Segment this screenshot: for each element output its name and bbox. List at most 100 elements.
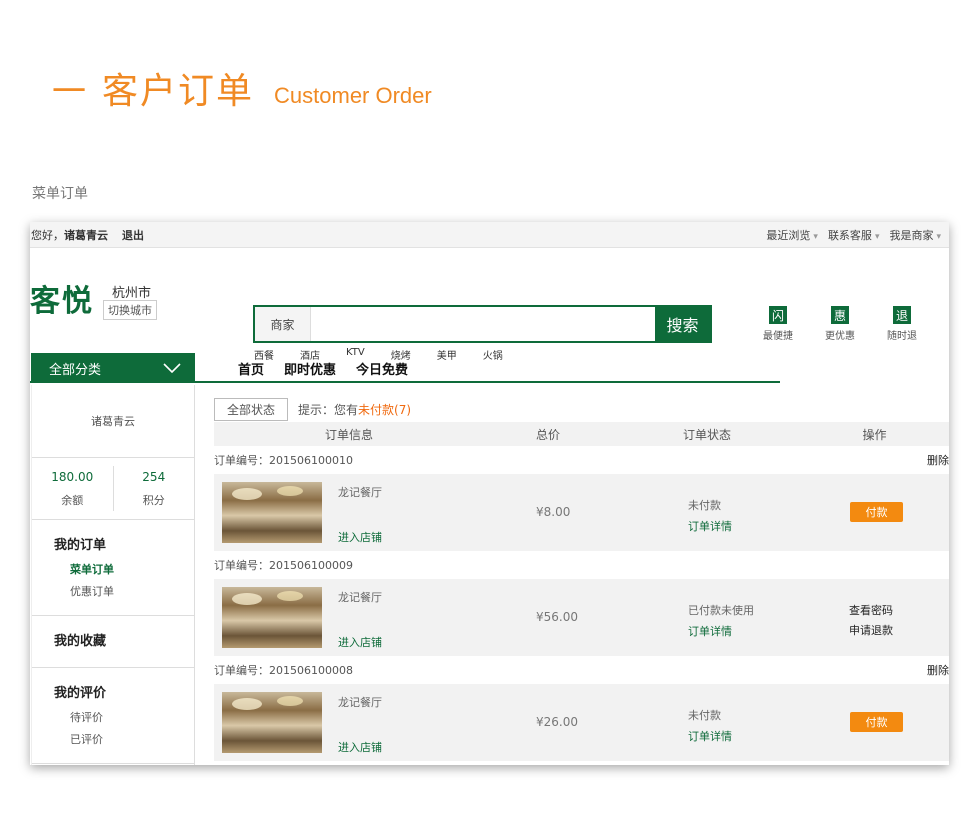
merchant-link[interactable]: 我是商家 ▾ — [889, 227, 941, 243]
order-row: 订单编号：201506100010 删除 龙记餐厅 进入店铺 ¥8.00 未付款… — [214, 446, 949, 551]
tab-home[interactable]: 首页 — [238, 359, 264, 378]
recent-browse-link[interactable]: 最近浏览 ▾ — [766, 227, 818, 243]
balance-stat: 180.00 余额 — [32, 458, 113, 519]
sidebar-item-menu-orders[interactable]: 菜单订单 — [54, 559, 194, 581]
sidebar-stats: 180.00 余额 254 积分 — [32, 458, 194, 520]
order-number: 订单编号：201506100009 — [214, 559, 353, 572]
pay-button[interactable]: 付款 — [850, 712, 903, 732]
view-password-link[interactable]: 查看密码 — [849, 601, 893, 621]
points-stat: 254 积分 — [114, 458, 195, 519]
order-number: 订单编号：201506100010 — [214, 454, 353, 467]
order-detail-link[interactable]: 订单详情 — [688, 623, 732, 639]
promise-discount: 惠 更优惠 — [820, 306, 860, 342]
restaurant-thumbnail[interactable] — [222, 482, 322, 543]
order-price: ¥8.00 — [536, 505, 571, 519]
service-promises: 闪 最便捷 惠 更优惠 退 随时退 — [758, 306, 922, 342]
delete-order-button[interactable]: 删除 — [927, 452, 949, 468]
enter-store-link[interactable]: 进入店铺 — [338, 529, 382, 545]
col-order-info: 订单信息 — [324, 427, 373, 442]
balance-value: 180.00 — [51, 469, 94, 484]
sidebar-section-orders: 我的订单 菜单订单 优惠订单 — [32, 520, 194, 616]
chevron-down-icon: ▾ — [874, 231, 880, 242]
order-detail-link[interactable]: 订单详情 — [688, 518, 732, 534]
promise-fast: 闪 最便捷 — [758, 306, 798, 342]
chevron-down-icon: ▾ — [813, 231, 818, 242]
order-status: 未付款 — [688, 709, 721, 722]
order-status: 未付款 — [688, 499, 721, 512]
filter-row: 全部状态 提示：您有未付款(7) — [214, 397, 949, 421]
all-status-select[interactable]: 全部状态 — [214, 397, 289, 421]
flash-badge-icon: 闪 — [769, 306, 787, 324]
order-price: ¥26.00 — [536, 715, 578, 729]
sidebar-item-coupon-orders[interactable]: 优惠订单 — [54, 581, 194, 603]
promise-label: 更优惠 — [825, 331, 855, 342]
chevron-down-icon — [163, 363, 181, 373]
restaurant-name[interactable]: 龙记餐厅 — [338, 694, 382, 710]
order-number: 订单编号：201506100008 — [214, 664, 353, 677]
order-detail-link[interactable]: 订单详情 — [688, 728, 732, 744]
order-row: 订单编号：201506100008 删除 龙记餐厅 进入店铺 ¥26.00 未付… — [214, 656, 949, 761]
sidebar-item-my-orders[interactable]: 我的订单 — [54, 534, 194, 553]
enter-store-link[interactable]: 进入店铺 — [338, 739, 382, 755]
discount-badge-icon: 惠 — [831, 306, 849, 324]
promise-label: 随时退 — [887, 331, 917, 342]
order-header: 订单编号：201506100009 — [214, 551, 949, 579]
sidebar-section-reviews: 我的评价 待评价 已评价 — [32, 668, 194, 764]
switch-city-button[interactable]: 切换城市 — [103, 300, 157, 320]
sidebar-item-pending-review[interactable]: 待评价 — [54, 707, 194, 729]
balance-label: 余额 — [61, 493, 84, 507]
restaurant-thumbnail[interactable] — [222, 587, 322, 648]
col-total: 总价 — [535, 427, 560, 442]
top-bar: 您好， 诸葛青云 退出 最近浏览 ▾ 联系客服 ▾ 我是商家 ▾ — [30, 222, 949, 248]
brand-row: 客悦 杭州市 切换城市 商家 搜索 西餐 酒店 KTV 烧烤 美甲 火锅 闪 最… — [30, 248, 949, 362]
restaurant-thumbnail[interactable] — [222, 692, 322, 753]
request-refund-link[interactable]: 申请退款 — [849, 621, 893, 641]
sidebar-item-favorites[interactable]: 我的收藏 — [54, 630, 194, 649]
order-status: 已付款未使用 — [688, 604, 754, 617]
promise-label: 最便捷 — [763, 331, 793, 342]
refund-badge-icon: 退 — [893, 306, 911, 324]
sidebar-item-reviews[interactable]: 我的评价 — [54, 682, 194, 701]
unpaid-tip: 提示：您有未付款(7) — [298, 402, 412, 417]
col-action: 操作 — [862, 427, 887, 442]
all-categories-label: 全部分类 — [49, 362, 102, 378]
points-label: 积分 — [142, 493, 165, 507]
heading-title-cn: 客户订单 — [102, 71, 255, 112]
page-heading: 一 客户订单 Customer Order — [52, 62, 432, 114]
logout-link[interactable]: 退出 — [122, 227, 144, 243]
main-nav: 全部分类 首页 即时优惠 今日免费 — [30, 353, 780, 383]
contact-service-link[interactable]: 联系客服 ▾ — [828, 227, 880, 243]
greeting: 您好， 诸葛青云 退出 — [31, 227, 144, 243]
order-body: 龙记餐厅 进入店铺 ¥8.00 未付款 订单详情 付款 — [214, 474, 949, 551]
pay-button[interactable]: 付款 — [850, 502, 903, 522]
search-input[interactable] — [311, 307, 655, 341]
section-label: 菜单订单 — [32, 186, 88, 202]
search-button[interactable]: 搜索 — [655, 307, 710, 341]
restaurant-name[interactable]: 龙记餐厅 — [338, 484, 382, 500]
search-box: 商家 搜索 — [253, 305, 712, 343]
tab-instant-discount[interactable]: 即时优惠 — [284, 359, 336, 378]
current-city: 杭州市 — [112, 286, 152, 301]
search-type-select[interactable]: 商家 — [255, 307, 311, 341]
heading-dash: 一 — [52, 72, 86, 112]
delete-order-button[interactable]: 删除 — [927, 662, 949, 678]
username[interactable]: 诸葛青云 — [64, 227, 108, 243]
heading-title-en: Customer Order — [274, 83, 432, 108]
unpaid-count-link[interactable]: 未付款(7) — [358, 403, 411, 417]
logo[interactable]: 客悦 — [30, 276, 94, 320]
orders-content: 全部状态 提示：您有未付款(7) 订单信息 总价 订单状态 操作 订单编号：20… — [214, 397, 949, 761]
order-price: ¥56.00 — [536, 610, 578, 624]
points-value: 254 — [142, 469, 166, 484]
enter-store-link[interactable]: 进入店铺 — [338, 634, 382, 650]
chevron-down-icon: ▾ — [936, 231, 941, 242]
tab-free-today[interactable]: 今日免费 — [356, 359, 408, 378]
restaurant-name[interactable]: 龙记餐厅 — [338, 589, 382, 605]
col-status: 订单状态 — [682, 427, 731, 442]
order-header: 订单编号：201506100008 删除 — [214, 656, 949, 684]
nav-tabs: 首页 即时优惠 今日免费 — [238, 353, 408, 383]
screenshot-frame: 您好， 诸葛青云 退出 最近浏览 ▾ 联系客服 ▾ 我是商家 ▾ 客悦 杭州市 切换城… — [30, 222, 949, 765]
sidebar-user: 诸葛青云 — [32, 385, 194, 458]
all-categories-button[interactable]: 全部分类 — [31, 353, 195, 383]
sidebar-item-reviewed[interactable]: 已评价 — [54, 729, 194, 751]
order-row: 订单编号：201506100009 龙记餐厅 进入店铺 ¥56.00 已付款未使… — [214, 551, 949, 656]
